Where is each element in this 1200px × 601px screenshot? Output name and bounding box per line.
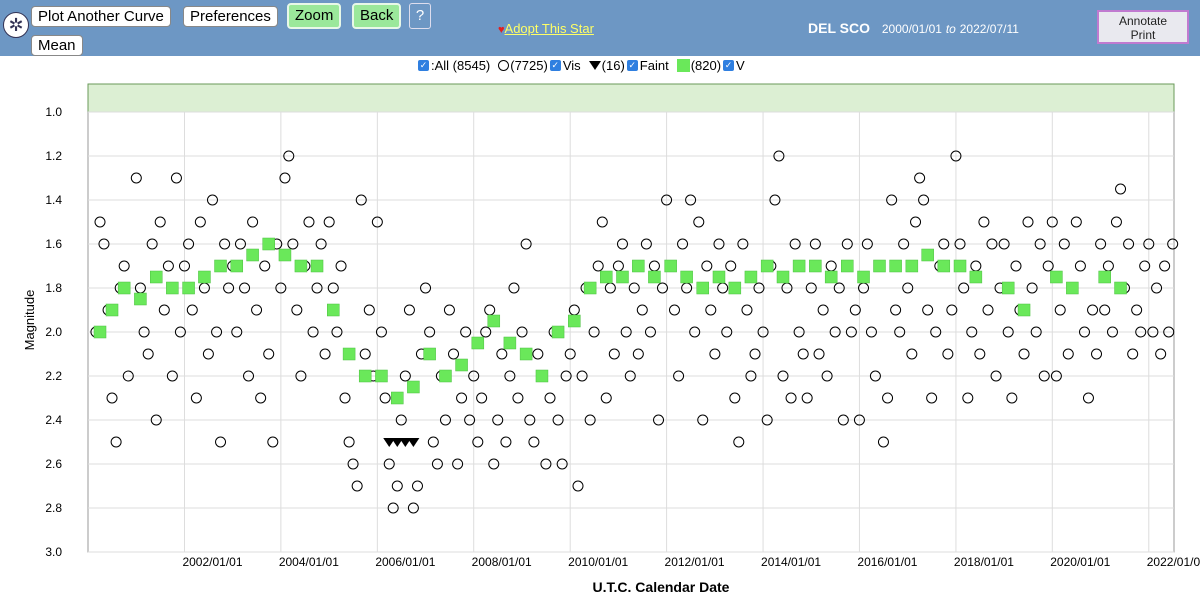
v-band-point — [487, 314, 501, 328]
v-band-point — [1017, 303, 1031, 317]
v-band-point — [969, 270, 983, 284]
sun-gap-strip — [87, 83, 1175, 113]
v-band-point — [921, 248, 934, 262]
x-tick-label: 2014/01/01 — [761, 555, 821, 569]
v-band-point — [953, 259, 967, 273]
v-band-point — [937, 259, 951, 273]
v-band-point — [616, 270, 629, 284]
y-axis-label: Magnitude — [22, 290, 37, 351]
v-band-point — [439, 369, 452, 383]
v-band-point — [134, 292, 147, 306]
v-band-point — [198, 270, 211, 284]
x-tick-label: 2006/01/01 — [375, 555, 435, 569]
v-band-point — [1066, 281, 1079, 295]
v-band-point — [246, 248, 259, 262]
v-band-point — [583, 281, 597, 295]
x-tick-label: 2020/01/01 — [1050, 555, 1110, 569]
v-band-point — [728, 281, 742, 295]
y-tick-label: 1.4 — [45, 193, 62, 207]
v-band-point — [873, 259, 886, 273]
v-band-point — [294, 259, 308, 273]
v-band-point — [632, 259, 645, 273]
v-band-point — [310, 259, 324, 273]
x-tick-label: 2002/01/01 — [182, 555, 242, 569]
v-band-point — [358, 369, 372, 383]
v-band-point — [1098, 270, 1111, 284]
v-band-point — [1001, 281, 1015, 295]
y-tick-label: 3.0 — [45, 545, 62, 559]
y-tick-label: 1.6 — [45, 237, 62, 251]
v-band-point — [776, 270, 790, 284]
v-band-point — [503, 336, 517, 350]
x-tick-label: 2016/01/01 — [857, 555, 917, 569]
y-tick-label: 1.8 — [45, 281, 62, 295]
y-tick-label: 2.6 — [45, 457, 62, 471]
v-band-point — [841, 259, 854, 273]
x-tick-label: 2022/01/01 — [1147, 555, 1200, 569]
y-tick-label: 1.2 — [45, 149, 62, 163]
x-tick-label: 2008/01/01 — [472, 555, 532, 569]
v-band-point — [551, 325, 565, 339]
v-band-point — [664, 259, 677, 273]
v-band-point — [105, 303, 119, 317]
v-band-point — [471, 336, 485, 350]
x-axis-label: U.T.C. Calendar Date — [593, 579, 730, 595]
v-band-point — [712, 270, 726, 284]
v-band-point — [278, 248, 292, 262]
v-band-point — [535, 369, 549, 383]
v-band-point — [327, 303, 340, 317]
v-band-point — [342, 347, 356, 361]
y-tick-label: 1.0 — [45, 105, 62, 119]
y-tick-label: 2.2 — [45, 369, 62, 383]
v-band-point — [680, 270, 693, 284]
v-band-point — [375, 369, 388, 383]
v-band-point — [568, 314, 581, 328]
v-band-point — [93, 325, 107, 339]
v-band-point — [1114, 281, 1127, 295]
v-band-point — [391, 391, 404, 405]
v-band-point — [149, 270, 163, 284]
y-tick-label: 2.0 — [45, 325, 62, 339]
v-band-point — [889, 259, 902, 273]
v-band-point — [519, 347, 533, 361]
v-band-point — [696, 281, 709, 295]
y-tick-label: 2.4 — [45, 413, 62, 427]
x-tick-label: 2010/01/01 — [568, 555, 628, 569]
v-band-point — [824, 270, 838, 284]
v-band-point — [905, 259, 919, 273]
x-tick-label: 2012/01/01 — [665, 555, 725, 569]
v-band-point — [182, 281, 195, 295]
v-band-point — [166, 281, 179, 295]
v-band-point — [648, 270, 661, 284]
v-band-point — [857, 270, 870, 284]
v-band-point — [455, 358, 468, 372]
v-band-point — [407, 380, 420, 394]
v-band-point — [792, 259, 806, 273]
y-tick-label: 2.8 — [45, 501, 62, 515]
light-curve-chart[interactable]: 1.0 1.2 1.4 1.6 1.8 2.0 2.2 2.4 2.6 2.8 3.0 2002/01… — [0, 0, 1200, 601]
v-band-point — [760, 259, 774, 273]
v-band-point — [809, 259, 822, 273]
v-band-point — [423, 347, 436, 361]
v-band-point — [1050, 270, 1063, 284]
v-band-point — [599, 270, 613, 284]
v-band-point — [744, 270, 758, 284]
x-tick-label: 2004/01/01 — [279, 555, 339, 569]
v-band-point — [214, 259, 227, 273]
v-band-point — [117, 281, 131, 295]
x-tick-label: 2018/01/01 — [954, 555, 1014, 569]
v-band-point — [230, 259, 244, 273]
v-band-point — [262, 237, 275, 251]
